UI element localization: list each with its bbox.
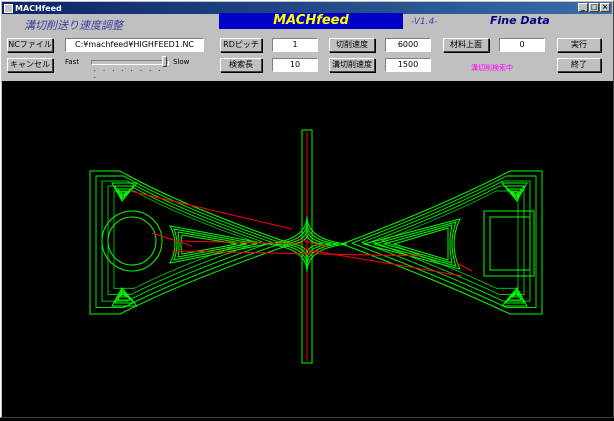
material-top-field[interactable]: 0 xyxy=(499,38,545,52)
app-icon xyxy=(4,3,13,13)
fast-label: Fast xyxy=(65,58,80,66)
rapid-move-6 xyxy=(151,232,193,247)
window-title: MACHfeed xyxy=(15,3,62,13)
minimize-button[interactable]: _ xyxy=(578,3,588,12)
version-label: -V1.4- xyxy=(411,17,438,27)
maximize-button[interactable]: □ xyxy=(589,3,599,12)
left-bore-inner xyxy=(107,216,157,266)
toolpath-canvas[interactable] xyxy=(2,81,613,417)
speed-slider[interactable]: . . . . . . . . . xyxy=(91,56,169,80)
app-window: MACHfeed _ □ × 溝切削送り速度調整 MACHfeed -V1.4-… xyxy=(0,0,614,418)
run-button[interactable]: 実行 xyxy=(557,38,601,52)
nc-file-button[interactable]: NCファイル xyxy=(7,38,53,52)
search-length-field[interactable]: 10 xyxy=(272,58,318,72)
rd-pitch-button[interactable]: RDピッチ xyxy=(220,38,262,52)
fine-data-label: Fine Data xyxy=(490,14,550,27)
rd-pitch-field[interactable]: 1 xyxy=(272,38,318,52)
window-controls: _ □ × xyxy=(578,3,610,12)
groove-speed-button[interactable]: 溝切削速度 xyxy=(329,58,375,72)
search-length-button[interactable]: 検索長 xyxy=(220,58,262,72)
cut-speed-field[interactable]: 6000 xyxy=(385,38,431,52)
exit-button[interactable]: 終了 xyxy=(557,58,601,72)
toolpath-drawing xyxy=(89,129,543,364)
app-banner: MACHfeed xyxy=(219,13,403,29)
file-path-field[interactable]: C:¥machfeed¥HIGHFEED1.NC xyxy=(65,38,204,52)
right-wedge-1 xyxy=(372,221,457,267)
page-heading: 溝切削送り速度調整 xyxy=(24,19,123,32)
close-button[interactable]: × xyxy=(600,3,610,12)
slider-track xyxy=(91,60,169,65)
material-top-button[interactable]: 材料上面 xyxy=(443,38,489,52)
right-part-offset-1 xyxy=(350,175,537,309)
left-bore xyxy=(101,210,163,272)
slider-thumb[interactable] xyxy=(162,56,167,67)
cut-speed-button[interactable]: 切削速度 xyxy=(329,38,375,52)
groove-speed-field[interactable]: 1500 xyxy=(385,58,431,72)
status-text: 溝切削検索中 xyxy=(471,64,513,72)
right-part-offset-2 xyxy=(360,180,531,302)
cancel-button[interactable]: キャンセル xyxy=(7,58,53,72)
slider-ticks: . . . . . . . . . xyxy=(93,66,163,80)
slow-label: Slow xyxy=(173,58,190,66)
right-slot xyxy=(483,210,535,277)
